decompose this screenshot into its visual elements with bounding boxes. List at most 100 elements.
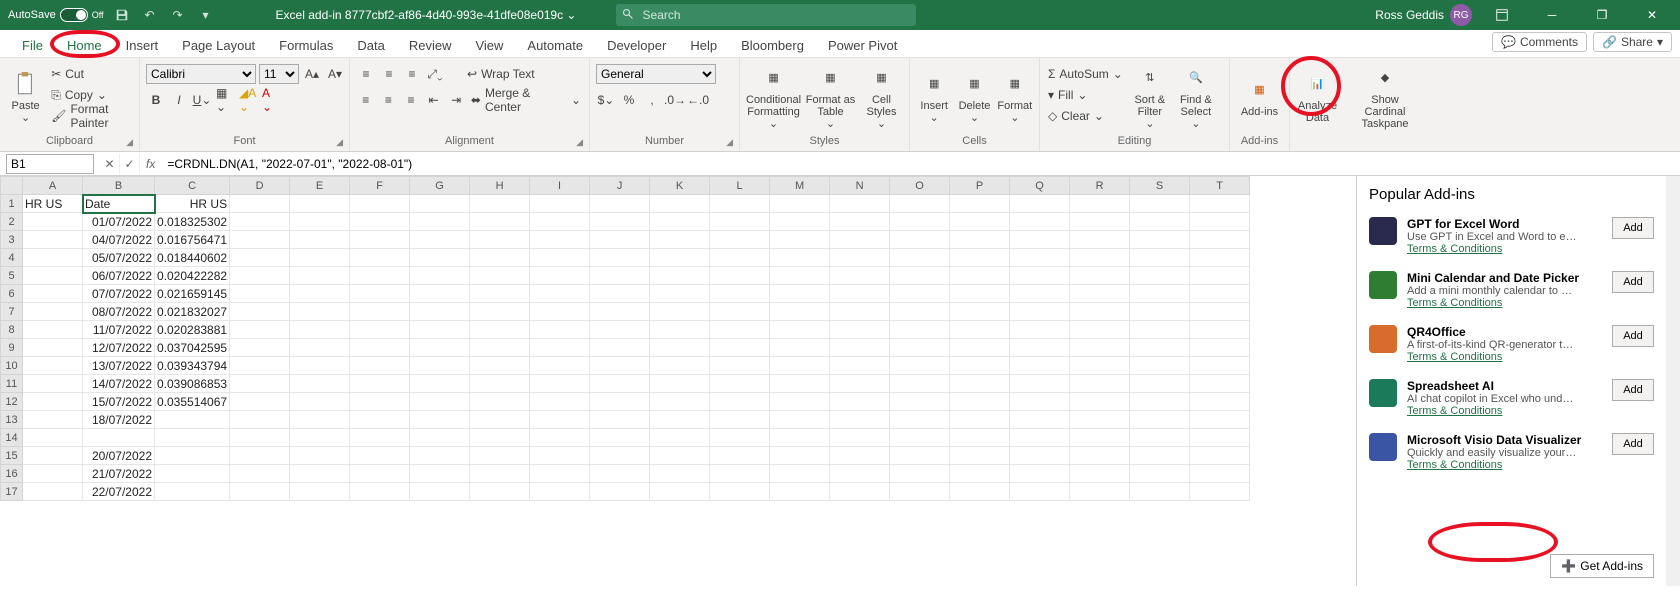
number-dialog-launcher[interactable]: ◢: [726, 137, 733, 148]
align-middle-icon[interactable]: ≡: [379, 64, 399, 84]
cell[interactable]: [530, 393, 590, 411]
cell[interactable]: [830, 375, 890, 393]
cell[interactable]: 21/07/2022: [83, 465, 155, 483]
cell[interactable]: [1190, 483, 1250, 501]
cell[interactable]: [890, 465, 950, 483]
cell[interactable]: [830, 339, 890, 357]
cell[interactable]: [470, 285, 530, 303]
cell[interactable]: [230, 195, 290, 213]
cell[interactable]: [770, 231, 830, 249]
increase-indent-icon[interactable]: ⇥: [446, 90, 466, 110]
row-header[interactable]: 2: [1, 213, 23, 231]
cell[interactable]: [23, 393, 83, 411]
cell[interactable]: [350, 411, 410, 429]
cell[interactable]: [650, 213, 710, 231]
cell[interactable]: [290, 213, 350, 231]
cell[interactable]: [950, 213, 1010, 231]
cell[interactable]: [350, 357, 410, 375]
cell[interactable]: 07/07/2022: [83, 285, 155, 303]
cell[interactable]: [410, 429, 470, 447]
cell[interactable]: [410, 249, 470, 267]
cell[interactable]: [1130, 285, 1190, 303]
cell[interactable]: [530, 375, 590, 393]
cell[interactable]: [1010, 231, 1070, 249]
cell[interactable]: [830, 303, 890, 321]
cell[interactable]: [350, 231, 410, 249]
cell[interactable]: [470, 213, 530, 231]
cell[interactable]: [830, 447, 890, 465]
cell[interactable]: [890, 375, 950, 393]
format-cells-button[interactable]: ▦Format ⌄: [997, 64, 1033, 130]
cell[interactable]: [23, 285, 83, 303]
cell[interactable]: [470, 375, 530, 393]
cell[interactable]: [890, 285, 950, 303]
cell[interactable]: [650, 483, 710, 501]
cell[interactable]: [350, 195, 410, 213]
cell[interactable]: [590, 267, 650, 285]
cell[interactable]: [290, 321, 350, 339]
cell[interactable]: [23, 321, 83, 339]
addin-add-button[interactable]: Add: [1612, 217, 1654, 239]
font-size-select[interactable]: 11: [259, 64, 299, 84]
cell[interactable]: [290, 411, 350, 429]
cell[interactable]: [290, 285, 350, 303]
cell[interactable]: [23, 231, 83, 249]
row-header[interactable]: 15: [1, 447, 23, 465]
decrease-font-icon[interactable]: A▾: [325, 64, 345, 84]
cell[interactable]: [350, 429, 410, 447]
cell[interactable]: [155, 465, 230, 483]
cell[interactable]: 12/07/2022: [83, 339, 155, 357]
cell[interactable]: [1070, 321, 1130, 339]
cell[interactable]: [1190, 195, 1250, 213]
cell[interactable]: [890, 267, 950, 285]
cell[interactable]: [470, 357, 530, 375]
cell[interactable]: [1010, 393, 1070, 411]
cell[interactable]: [710, 411, 770, 429]
cell[interactable]: [1070, 285, 1130, 303]
cell[interactable]: [470, 303, 530, 321]
align-center-icon[interactable]: ≡: [379, 90, 399, 110]
font-dialog-launcher[interactable]: ◢: [336, 137, 343, 148]
addins-button[interactable]: ▦Add-ins: [1236, 64, 1283, 130]
cell[interactable]: [950, 303, 1010, 321]
tab-data[interactable]: Data: [345, 34, 396, 57]
cell[interactable]: [350, 483, 410, 501]
tab-power-pivot[interactable]: Power Pivot: [816, 34, 909, 57]
cell[interactable]: [230, 303, 290, 321]
cell[interactable]: [890, 249, 950, 267]
border-icon[interactable]: ▦ ⌄: [215, 90, 235, 110]
cell[interactable]: [530, 321, 590, 339]
tab-developer[interactable]: Developer: [595, 34, 678, 57]
cell[interactable]: [290, 375, 350, 393]
cell[interactable]: [710, 231, 770, 249]
cell[interactable]: [230, 213, 290, 231]
cell[interactable]: [155, 411, 230, 429]
cell[interactable]: 0.020283881: [155, 321, 230, 339]
cell[interactable]: [1070, 429, 1130, 447]
enter-formula-icon[interactable]: ✓: [120, 154, 140, 174]
cell[interactable]: [1010, 303, 1070, 321]
cell[interactable]: [710, 465, 770, 483]
cell[interactable]: 15/07/2022: [83, 393, 155, 411]
cell[interactable]: 06/07/2022: [83, 267, 155, 285]
cell[interactable]: [710, 429, 770, 447]
cell[interactable]: [23, 213, 83, 231]
cell[interactable]: [770, 249, 830, 267]
underline-icon[interactable]: U ⌄: [192, 90, 212, 110]
cell[interactable]: [650, 321, 710, 339]
cell[interactable]: [650, 303, 710, 321]
cell[interactable]: HR US: [23, 195, 83, 213]
cell[interactable]: [1070, 465, 1130, 483]
cell[interactable]: [770, 375, 830, 393]
cell[interactable]: [23, 375, 83, 393]
cell[interactable]: [1010, 285, 1070, 303]
cell[interactable]: [1010, 375, 1070, 393]
cell[interactable]: [350, 465, 410, 483]
cell[interactable]: [590, 465, 650, 483]
increase-decimal-icon[interactable]: .0→: [665, 90, 685, 110]
cell[interactable]: [155, 447, 230, 465]
tab-page-layout[interactable]: Page Layout: [170, 34, 267, 57]
cell[interactable]: [1010, 447, 1070, 465]
cell[interactable]: [890, 483, 950, 501]
name-box[interactable]: [6, 154, 94, 174]
